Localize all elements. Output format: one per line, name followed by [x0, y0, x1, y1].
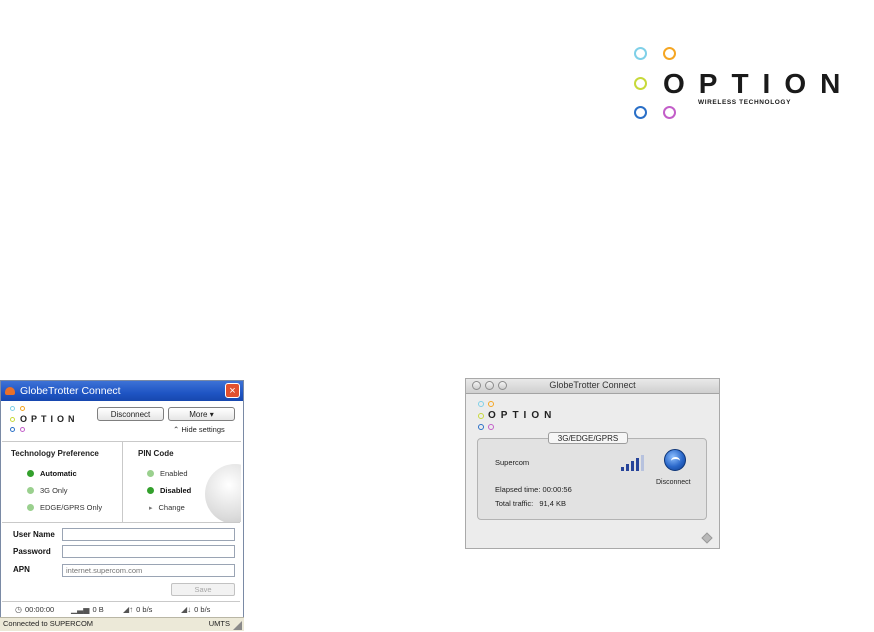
password-label: Password: [13, 547, 51, 556]
option-label: 3G Only: [40, 486, 68, 495]
logo-ring-icon: [10, 427, 15, 432]
apn-input[interactable]: [62, 564, 235, 577]
connection-stats-bar: ◷ 00:00:00 ▁▃▅ 0 B ◢↑ 0 b/s ◢↓ 0 b/s: [2, 601, 240, 618]
brand-name: OPTION: [663, 68, 855, 99]
logo-ring-icon: [478, 413, 484, 419]
mac-disconnect-label[interactable]: Disconnect: [656, 479, 691, 486]
more-button[interactable]: More ▾: [168, 407, 235, 421]
upload-rate-value: 0 b/s: [136, 605, 153, 614]
close-button[interactable]: ×: [225, 383, 240, 398]
hide-settings-link[interactable]: ⌃ Hide settings: [173, 425, 225, 434]
logo-ring-icon: [20, 427, 25, 432]
upload-speed-icon: ◢↑: [123, 605, 134, 614]
radio-icon: [27, 504, 34, 511]
stat-time: ◷ 00:00:00: [15, 605, 54, 614]
logo-ring-icon: [20, 406, 25, 411]
logo-ring-icon: [663, 47, 676, 60]
tech-option-3g-only[interactable]: 3G Only: [27, 486, 68, 495]
save-button[interactable]: Save: [171, 583, 235, 596]
elapsed-value: 00:00:56: [542, 485, 572, 494]
connection-status-text: Connected to SUPERCOM: [3, 619, 94, 628]
traffic-label: Total traffic:: [495, 499, 534, 508]
data-value: 0 B: [92, 605, 104, 614]
pin-change-link[interactable]: ▸ Change: [149, 503, 185, 512]
window-titlebar[interactable]: GlobeTrotter Connect ×: [1, 381, 243, 401]
radio-icon: [147, 470, 154, 477]
download-speed-icon: ◢↓: [181, 605, 192, 614]
radio-icon: [27, 487, 34, 494]
pin-option-disabled[interactable]: Disabled: [147, 486, 191, 495]
username-input[interactable]: [62, 528, 235, 541]
logo-ring-icon: [10, 417, 15, 422]
signal-strength-icon: [621, 455, 647, 471]
status-bar: Connected to SUPERCOM UMTS: [0, 617, 244, 631]
logo-text: OPTION: [20, 414, 79, 424]
brand-tagline: WIRELESS TECHNOLOGY: [698, 99, 792, 106]
username-label: User Name: [13, 530, 55, 539]
mac-titlebar[interactable]: GlobeTrotter Connect: [466, 379, 719, 394]
logo-ring-icon: [488, 401, 494, 407]
arrow-right-icon: ▸: [149, 504, 153, 512]
window-title: GlobeTrotter Connect: [20, 385, 121, 397]
stat-download: ◢↓ 0 b/s: [181, 605, 210, 614]
option-label: Enabled: [160, 469, 188, 478]
clock-icon: ◷: [15, 605, 22, 614]
decorative-sphere: [205, 464, 241, 522]
radio-icon: [147, 487, 154, 494]
operator-name: Supercom: [495, 458, 530, 467]
pin-code-title: PIN Code: [138, 449, 174, 458]
elapsed-label: Elapsed time:: [495, 485, 541, 494]
apn-label: APN: [13, 565, 30, 574]
stat-upload: ◢↑ 0 b/s: [123, 605, 152, 614]
password-input[interactable]: [62, 545, 235, 558]
hide-settings-label: Hide settings: [181, 425, 225, 434]
logo-ring-icon: [478, 401, 484, 407]
technology-preference-title: Technology Preference: [11, 449, 99, 458]
option-label: Change: [158, 503, 185, 512]
logo-ring-icon: [634, 106, 647, 119]
logo-ring-icon: [10, 406, 15, 411]
resize-grip-icon[interactable]: [233, 621, 242, 630]
tech-option-automatic[interactable]: Automatic: [27, 469, 77, 478]
option-label: Automatic: [40, 469, 77, 478]
logo-text: OPTION: [488, 410, 557, 421]
radio-icon: [27, 470, 34, 477]
tech-option-edge-gprs-only[interactable]: EDGE/GPRS Only: [27, 503, 102, 512]
logo-ring-icon: [478, 424, 484, 430]
time-value: 00:00:00: [24, 605, 55, 614]
logo-ring-icon: [634, 77, 647, 90]
option-label: EDGE/GPRS Only: [40, 503, 103, 512]
logo-ring-icon: [488, 424, 494, 430]
logo-ring-icon: [634, 47, 647, 60]
traffic-value: 91,4 KB: [539, 499, 566, 508]
chevron-up-icon: ⌃: [173, 425, 180, 434]
logo-ring-icon: [663, 106, 676, 119]
option-label: Disabled: [160, 486, 192, 495]
network-mode-tab[interactable]: 3G/EDGE/GPRS: [548, 432, 628, 444]
download-rate-value: 0 b/s: [194, 605, 211, 614]
data-volume-icon: ▁▃▅: [71, 605, 90, 614]
stat-data: ▁▃▅ 0 B: [71, 605, 104, 614]
pin-option-enabled[interactable]: Enabled: [147, 469, 188, 478]
mac-window-title: GlobeTrotter Connect: [549, 380, 636, 390]
total-traffic-row: Total traffic: 91,4 KB: [495, 499, 566, 508]
app-icon: [5, 387, 15, 395]
elapsed-time-row: Elapsed time: 00:00:56: [495, 485, 572, 494]
disconnect-globe-icon[interactable]: [664, 449, 686, 471]
disconnect-button[interactable]: Disconnect: [97, 407, 164, 421]
network-type-text: UMTS: [208, 619, 230, 628]
